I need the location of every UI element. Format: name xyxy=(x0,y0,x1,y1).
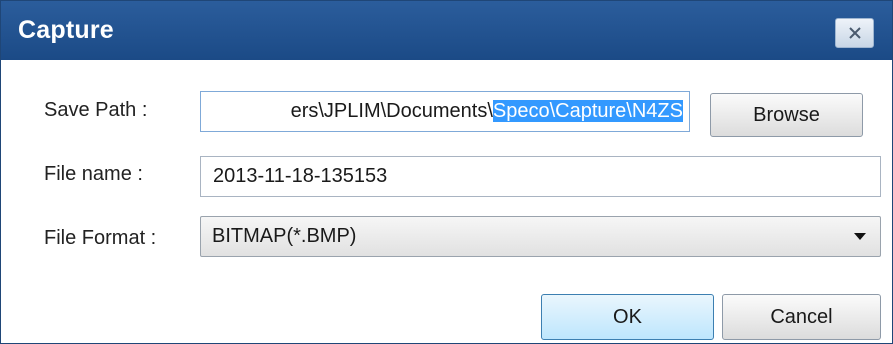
save-path-label: Save Path : xyxy=(44,99,148,121)
file-name-input[interactable]: 2013-11-18-135153 xyxy=(200,156,881,197)
file-format-label: File Format : xyxy=(44,227,157,249)
dialog-title: Capture xyxy=(18,16,114,44)
capture-dialog: Capture Save Path : ers\JPLIM\Documents\… xyxy=(0,0,893,344)
browse-button[interactable]: Browse xyxy=(710,93,863,137)
title-bar[interactable]: Capture xyxy=(1,1,892,60)
cancel-button[interactable]: Cancel xyxy=(722,294,881,340)
save-path-input[interactable]: ers\JPLIM\Documents\Speco\Capture\N4ZS xyxy=(200,91,690,132)
save-path-text: ers\JPLIM\Documents\Speco\Capture\N4ZS xyxy=(291,100,683,123)
save-path-unselected-text: ers\JPLIM\Documents\ xyxy=(290,100,493,122)
file-name-label: File name : xyxy=(44,163,143,185)
close-icon xyxy=(848,27,861,39)
file-format-select[interactable]: BITMAP(*.BMP) xyxy=(200,216,881,257)
ok-button[interactable]: OK xyxy=(541,294,714,340)
file-name-value: 2013-11-18-135153 xyxy=(213,165,388,187)
save-path-selected-text: Speco\Capture\N4ZS xyxy=(492,100,683,122)
close-button[interactable] xyxy=(835,18,874,48)
chevron-down-icon xyxy=(854,233,866,240)
file-format-value: BITMAP(*.BMP) xyxy=(212,225,357,247)
